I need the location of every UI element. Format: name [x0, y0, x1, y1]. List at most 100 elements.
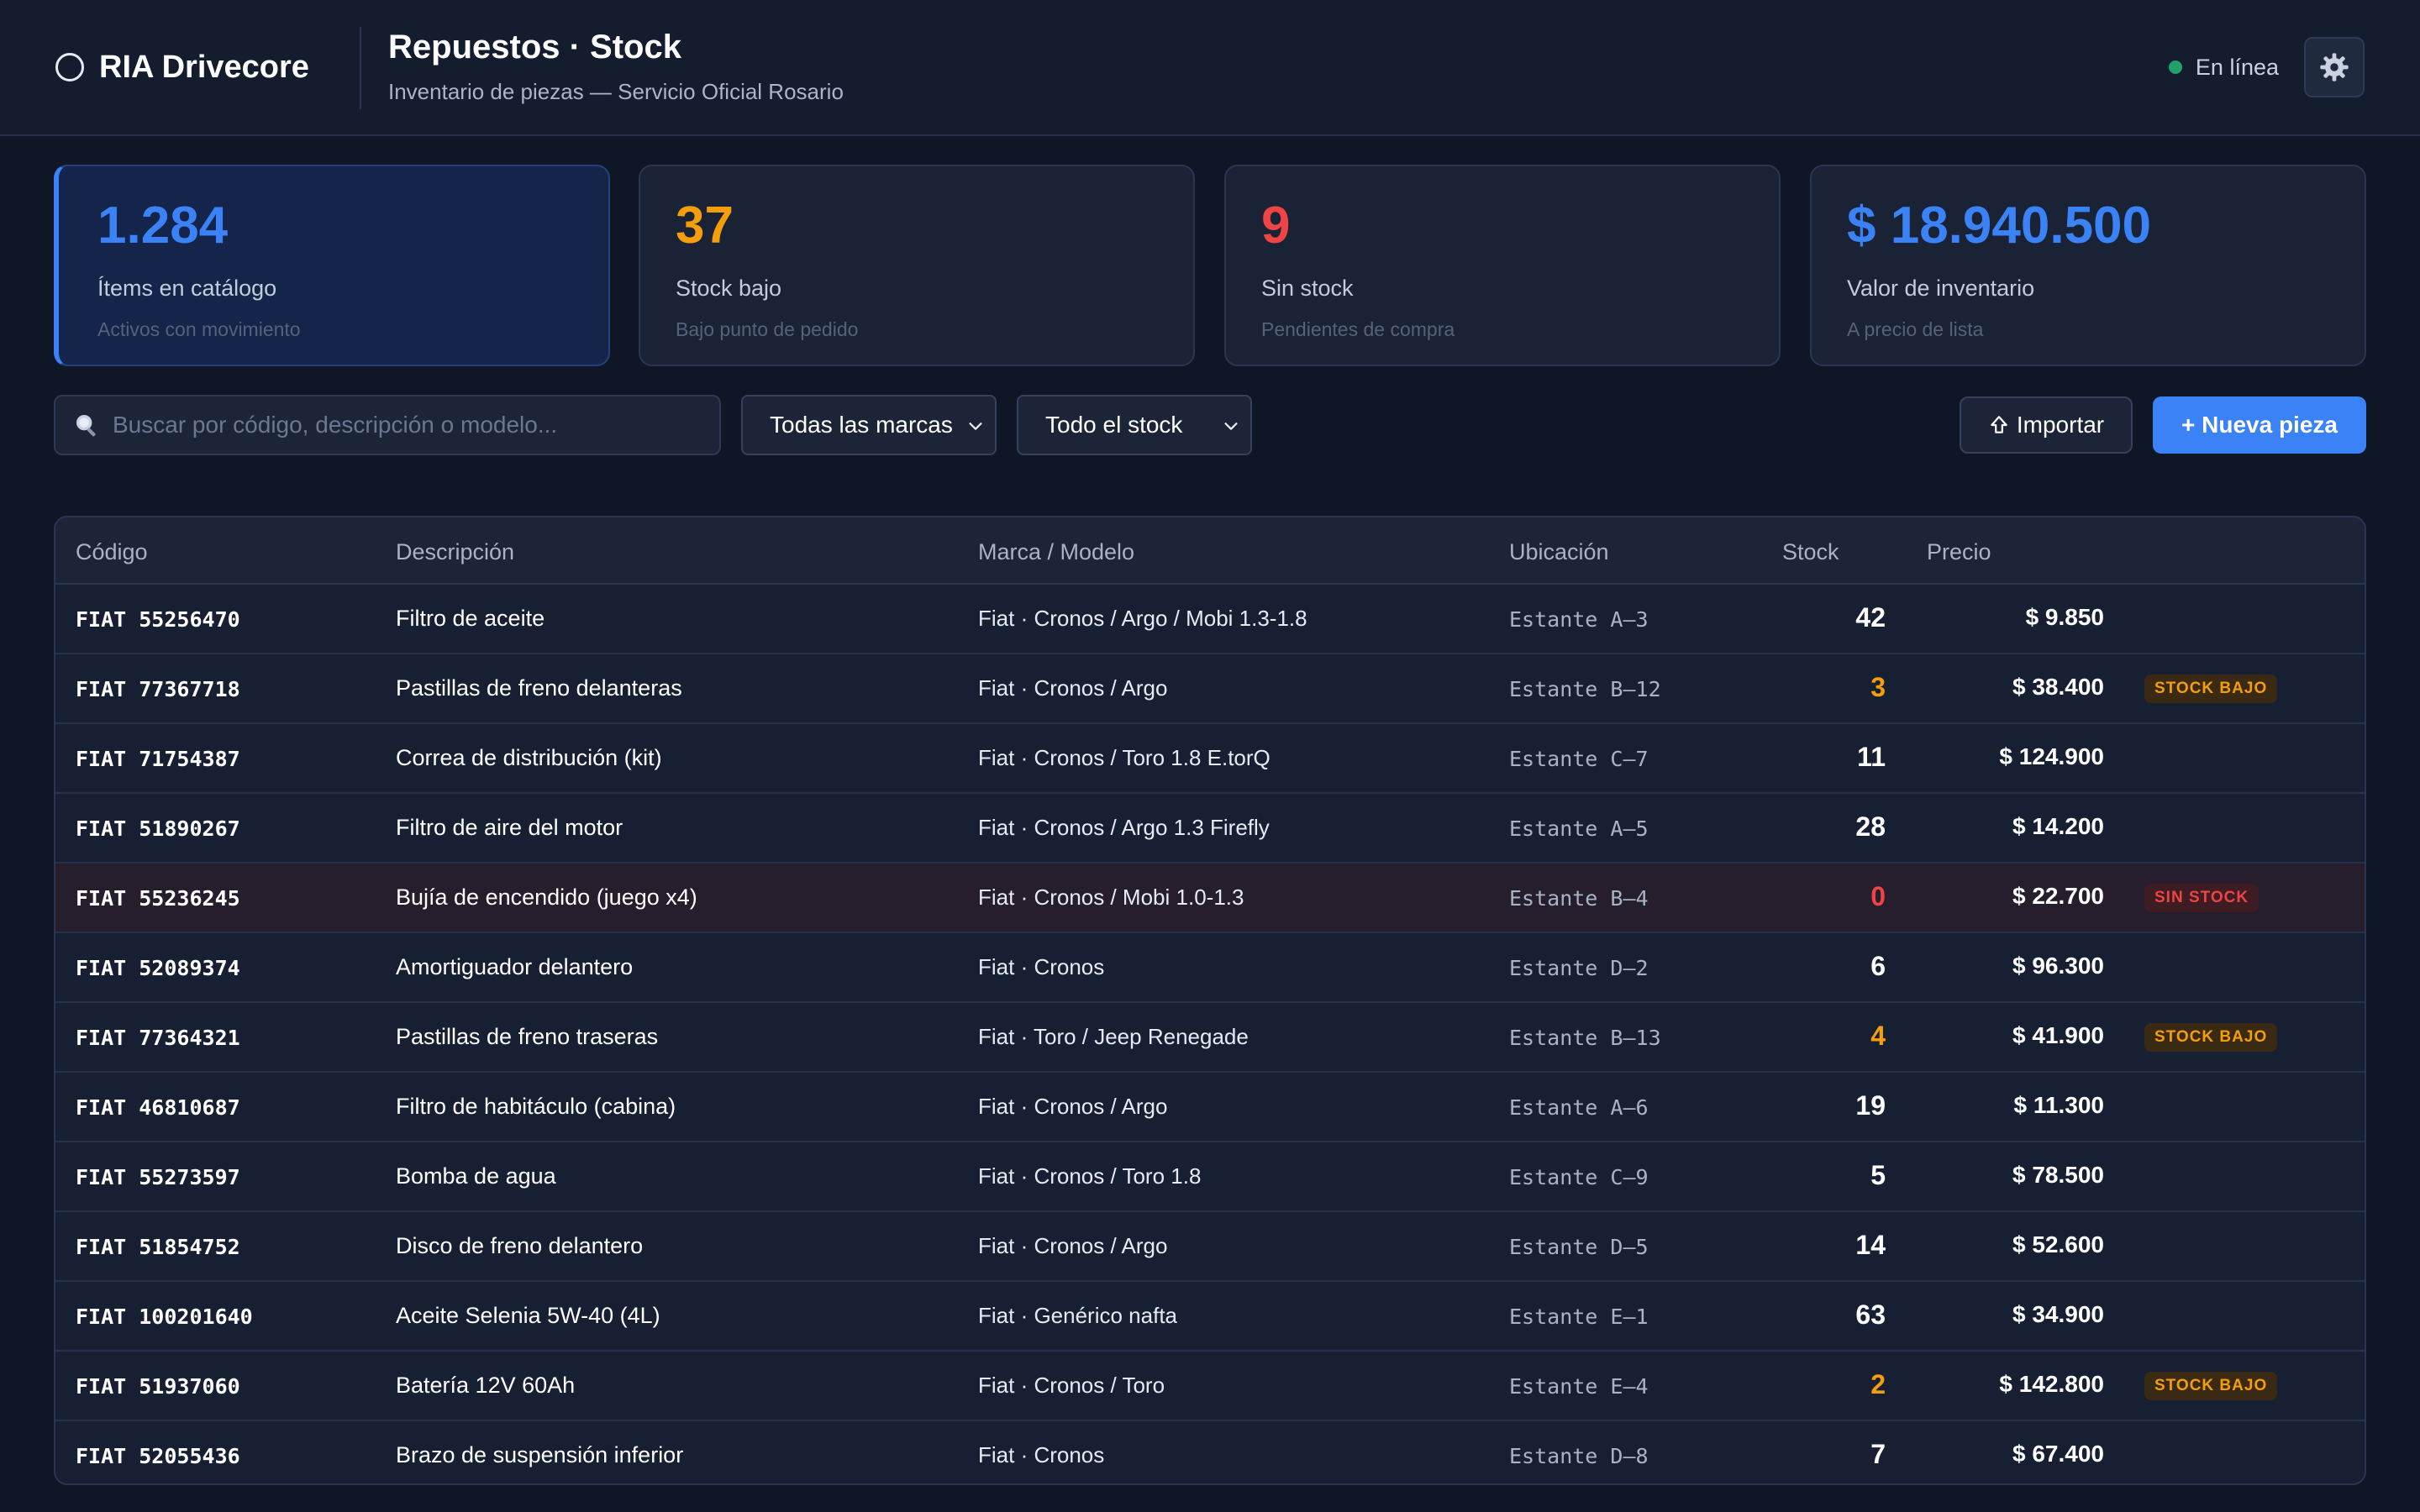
connection-status: En línea [2168, 52, 2279, 82]
stat-sub: Pendientes de compra [1261, 318, 1455, 340]
part-stock: 2 [1870, 1369, 1886, 1399]
stat-card-inventory-value[interactable]: $ 18.940.500 Valor de inventario A preci… [1810, 165, 2366, 366]
import-button[interactable]: Importar [1960, 396, 2133, 454]
column-header-location[interactable]: Ubicación [1509, 539, 1609, 565]
part-price: $ 9.850 [2025, 604, 2104, 630]
part-stock: 63 [1855, 1299, 1886, 1330]
stat-cards: 1.284 Ítems en catálogo Activos con movi… [54, 165, 2366, 366]
part-price: $ 78.500 [2012, 1162, 2104, 1188]
table-row[interactable]: FIAT 55273597 Bomba de agua Fiat · Cronos … [55, 1142, 2365, 1212]
part-location: Estante A–3 [1509, 607, 1649, 632]
part-code: FIAT 51890267 [76, 816, 240, 841]
column-header-code[interactable]: Código [76, 539, 148, 565]
search-input[interactable] [113, 412, 719, 438]
part-description: Batería 12V 60Ah [396, 1373, 576, 1398]
table-row[interactable]: FIAT 55256470 Filtro de aceite Fiat · Cron… [55, 585, 2365, 654]
part-description: Brazo de suspensión inferior [396, 1442, 684, 1467]
part-brand-model: Fiat · Cronos / Argo [978, 1233, 1168, 1258]
stat-sub: A precio de lista [1847, 318, 1984, 340]
stock-filter-select[interactable]: Todo el stock [1017, 395, 1252, 455]
part-brand-model: Fiat · Toro / Jeep Renegade [978, 1024, 1249, 1049]
part-brand-model: Fiat · Cronos / Argo [978, 1094, 1168, 1119]
table-row[interactable]: FIAT 100201640 Aceite Selenia 5W-40 (4L) F… [55, 1282, 2365, 1352]
part-price: $ 14.200 [2012, 813, 2104, 839]
part-stock: 42 [1855, 602, 1886, 633]
new-part-button[interactable]: + Nueva pieza [2153, 396, 2366, 454]
part-description: Aceite Selenia 5W-40 (4L) [396, 1303, 660, 1328]
part-price: $ 142.800 [1999, 1371, 2104, 1397]
part-price: $ 11.300 [2013, 1092, 2104, 1118]
table-row[interactable]: FIAT 71754387 Correa de distribución (kit… [55, 724, 2365, 794]
brand[interactable]: RIA Drivecore [55, 45, 309, 89]
part-brand-model: Fiat · Cronos / Argo 1.3 Firefly [978, 815, 1270, 840]
search-icon [76, 414, 96, 437]
part-brand-model: Fiat · Cronos / Toro 1.8 E.torQ [978, 745, 1270, 770]
part-code: FIAT 77364321 [76, 1026, 240, 1050]
part-code: FIAT 51937060 [76, 1374, 240, 1399]
part-stock: 7 [1870, 1439, 1886, 1469]
brand-logo-icon [55, 53, 84, 81]
chevron-down-icon [969, 423, 982, 430]
part-location: Estante C–9 [1509, 1165, 1649, 1189]
stat-label: Valor de inventario [1847, 276, 2035, 301]
part-description: Bujía de encendido (juego x4) [396, 885, 697, 910]
part-description: Filtro de aceite [396, 606, 545, 631]
status-badge: STOCK BAJO [2144, 1372, 2278, 1400]
part-location: Estante E–1 [1509, 1305, 1649, 1329]
table-row[interactable]: FIAT 51854752 Disco de freno delantero Fia… [55, 1212, 2365, 1282]
brand-filter-select[interactable]: Todas las marcas [741, 395, 997, 455]
part-brand-model: Fiat · Cronos / Mobi 1.0-1.3 [978, 885, 1244, 910]
status-badge: STOCK BAJO [2144, 675, 2278, 703]
part-brand-model: Fiat · Cronos / Argo [978, 675, 1168, 701]
part-location: Estante C–7 [1509, 747, 1649, 771]
gear-icon [2320, 53, 2349, 81]
table-row[interactable]: FIAT 77364321 Pastillas de freno traseras… [55, 1003, 2365, 1073]
stat-value: 9 [1261, 197, 1291, 255]
part-code: FIAT 55256470 [76, 607, 240, 632]
part-code: FIAT 52055436 [76, 1444, 240, 1468]
stat-label: Ítems en catálogo [97, 276, 277, 301]
part-code: FIAT 71754387 [76, 747, 240, 771]
table-row[interactable]: FIAT 55236245 Bujía de encendido (juego x… [55, 864, 2365, 933]
stat-card-out-of-stock[interactable]: 9 Sin stock Pendientes de compra [1224, 165, 1781, 366]
stat-value: 37 [676, 197, 734, 255]
table-row[interactable]: FIAT 46810687 Filtro de habitáculo (cabin… [55, 1073, 2365, 1142]
part-description: Correa de distribución (kit) [396, 745, 662, 770]
part-description: Filtro de aire del motor [396, 815, 623, 840]
table-row[interactable]: FIAT 52055436 Brazo de suspensión inferio… [55, 1421, 2365, 1483]
upload-arrow-icon [1991, 416, 2007, 433]
part-location: Estante B–12 [1509, 677, 1661, 701]
part-stock: 28 [1855, 811, 1886, 842]
part-brand-model: Fiat · Cronos / Argo / Mobi 1.3-1.8 [978, 606, 1307, 631]
part-stock: 5 [1870, 1160, 1886, 1190]
column-header-stock[interactable]: Stock [1782, 539, 1839, 565]
table-row[interactable]: FIAT 51890267 Filtro de aire del motor Fia… [55, 794, 2365, 864]
stat-card-low-stock[interactable]: 37 Stock bajo Bajo punto de pedido [639, 165, 1195, 366]
part-location: Estante E–4 [1509, 1374, 1649, 1399]
settings-button[interactable] [2304, 37, 2365, 97]
table-row[interactable]: FIAT 52089374 Amortiguador delantero Fiat … [55, 933, 2365, 1003]
page-title: Repuestos · Stock [388, 29, 681, 66]
table-row[interactable]: FIAT 51937060 Batería 12V 60Ah Fiat · Cron… [55, 1352, 2365, 1421]
part-location: Estante D–2 [1509, 956, 1649, 980]
column-header-brand-model[interactable]: Marca / Modelo [978, 539, 1134, 565]
column-header-price[interactable]: Precio [1927, 539, 1991, 565]
search-box[interactable] [54, 395, 721, 455]
table-header: Código Descripción Marca / Modelo Ubicac… [55, 517, 2365, 585]
part-description: Pastillas de freno delanteras [396, 675, 682, 701]
part-price: $ 34.900 [2012, 1301, 2104, 1327]
import-label: Importar [2016, 412, 2105, 438]
part-location: Estante B–4 [1509, 886, 1649, 911]
part-description: Amortiguador delantero [396, 954, 634, 979]
parts-table: Código Descripción Marca / Modelo Ubicac… [54, 516, 2366, 1485]
part-price: $ 67.400 [2012, 1441, 2104, 1467]
table-row[interactable]: FIAT 77367718 Pastillas de freno delanter… [55, 654, 2365, 724]
chevron-down-icon [1224, 423, 1238, 430]
part-stock: 3 [1870, 672, 1886, 702]
stat-label: Stock bajo [676, 276, 782, 301]
part-price: $ 52.600 [2012, 1231, 2104, 1257]
stat-card-catalog[interactable]: 1.284 Ítems en catálogo Activos con movi… [54, 165, 610, 366]
stock-filter-value: Todo el stock [1045, 412, 1183, 438]
column-header-description[interactable]: Descripción [396, 539, 514, 565]
part-stock: 11 [1857, 742, 1886, 772]
